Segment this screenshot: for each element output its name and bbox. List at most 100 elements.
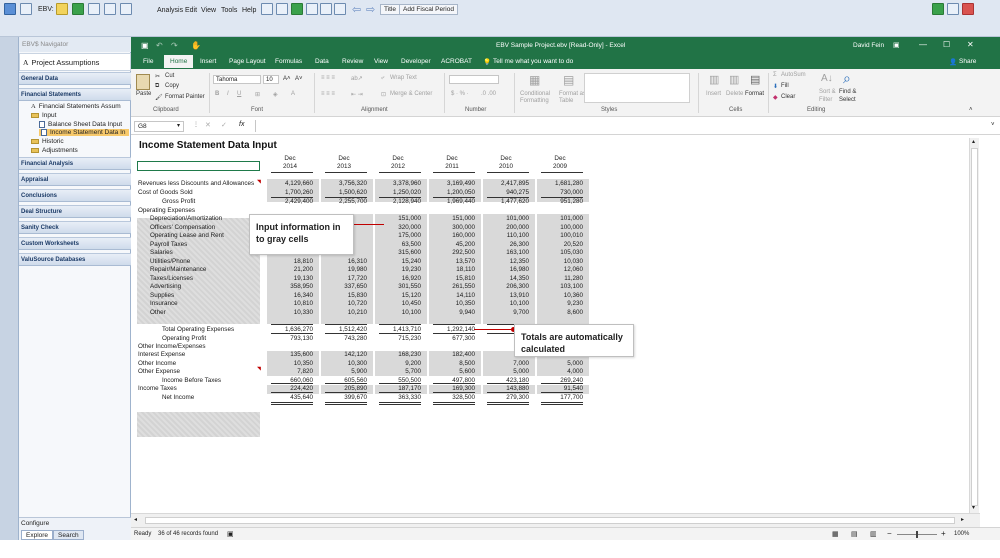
table-cell[interactable]: 151,000 (429, 215, 475, 223)
table-cell[interactable]: 5,000 (483, 368, 529, 376)
tab-developer[interactable]: Developer (401, 58, 431, 65)
table-cell[interactable]: 4,000 (537, 368, 583, 376)
selected-cell[interactable] (137, 161, 260, 171)
cell-styles-gallery[interactable] (584, 73, 690, 103)
home-icon[interactable] (56, 3, 68, 15)
shrink-font-icon[interactable]: A˅ (295, 76, 303, 82)
table-cell[interactable]: 940,275 (483, 189, 529, 197)
app-icon[interactable] (4, 3, 16, 15)
table-cell[interactable]: 63,500 (375, 241, 421, 249)
print-icon[interactable] (261, 3, 273, 15)
normal-view-icon[interactable]: ▦ (832, 530, 839, 538)
table-cell[interactable]: 135,600 (267, 351, 313, 359)
section-financial-analysis[interactable]: Financial Analysis (19, 157, 131, 170)
table-cell[interactable]: 1,700,260 (267, 189, 313, 197)
menu-tools[interactable]: Tools (221, 7, 237, 14)
table-cell[interactable]: 17,720 (321, 275, 367, 283)
table-cell[interactable]: 4,129,660 (267, 180, 313, 188)
table-cell[interactable]: 9,940 (429, 309, 475, 317)
merge-center-button[interactable]: Merge & Center (390, 91, 432, 97)
add-fiscal-period-button[interactable]: Add Fiscal Period (399, 4, 458, 15)
grid-icon[interactable] (72, 3, 84, 15)
wrap-text-button[interactable]: Wrap Text (390, 75, 417, 81)
menu-analysis[interactable]: Analysis (157, 7, 183, 14)
table-cell[interactable]: 142,120 (321, 351, 367, 359)
delete-button[interactable]: Delete (726, 91, 743, 97)
table-cell[interactable]: 10,100 (375, 309, 421, 317)
table-cell[interactable]: 292,500 (429, 249, 475, 257)
section-deal-structure[interactable]: Deal Structure (19, 205, 131, 218)
table-cell[interactable]: 358,950 (267, 283, 313, 291)
table-cell[interactable]: 743,280 (321, 335, 367, 343)
fill-button[interactable]: Fill (781, 83, 789, 89)
decimal-icon[interactable]: .0 .00 (481, 91, 496, 97)
table-cell[interactable]: 5,900 (321, 368, 367, 376)
table-cell[interactable]: 5,600 (429, 368, 475, 376)
table-cell[interactable]: 11,280 (537, 275, 583, 283)
ribbon-display-icon[interactable]: ▣ (893, 41, 900, 49)
section-financial-statements[interactable]: Financial Statements (19, 88, 131, 101)
table-cell[interactable]: 105,030 (537, 249, 583, 257)
tab-explore[interactable]: Explore (21, 530, 54, 540)
table-cell[interactable]: 45,200 (429, 241, 475, 249)
refresh-icon[interactable] (334, 3, 346, 15)
formatting-label[interactable]: Formatting (520, 98, 549, 104)
tab-acrobat[interactable]: ACROBAT (441, 58, 472, 65)
table-cell[interactable]: 10,100 (483, 300, 529, 308)
table-cell[interactable]: 177,700 (537, 394, 583, 402)
table-cell[interactable]: 363,330 (375, 394, 421, 402)
page-layout-view-icon[interactable]: ▤ (851, 530, 858, 538)
menu-edit[interactable]: Edit (185, 7, 197, 14)
table-cell[interactable]: 163,100 (483, 249, 529, 257)
table-cell[interactable]: 19,980 (321, 266, 367, 274)
number-format-select[interactable] (449, 75, 499, 84)
tab-file[interactable]: File (143, 58, 153, 65)
underline-icon[interactable]: U (237, 91, 241, 97)
table-cell[interactable]: 951,280 (537, 198, 583, 206)
table-cell[interactable]: 175,000 (375, 232, 421, 240)
table-cell[interactable]: 101,000 (483, 215, 529, 223)
align-left-icon[interactable]: ≡ ≡ ≡ (321, 91, 335, 97)
table-cell[interactable]: 101,000 (537, 215, 583, 223)
zoom-slider-thumb[interactable] (916, 531, 918, 538)
calculator-icon[interactable] (104, 3, 116, 15)
tree-historic[interactable]: Historic (31, 138, 64, 145)
back-arrow-icon[interactable]: ⇦ (352, 3, 361, 16)
document-icon[interactable] (88, 3, 100, 15)
menu-help[interactable]: Help (242, 7, 256, 14)
report-icon[interactable] (120, 3, 132, 15)
table-cell[interactable]: 19,130 (267, 275, 313, 283)
insert-button[interactable]: Insert (706, 91, 721, 97)
table-cell[interactable]: 3,378,960 (375, 180, 421, 188)
vertical-scroll-thumb[interactable] (971, 148, 978, 506)
macro-record-icon[interactable]: ▣ (227, 530, 234, 538)
enter-icon[interactable]: ✓ (221, 121, 227, 129)
table-cell[interactable]: 10,350 (429, 300, 475, 308)
table-cell[interactable]: 5,700 (375, 368, 421, 376)
table-cell[interactable]: 261,550 (429, 283, 475, 291)
table-cell[interactable]: 337,650 (321, 283, 367, 291)
page-break-view-icon[interactable]: ▥ (870, 530, 877, 538)
minimize-icon[interactable]: — (919, 40, 927, 49)
border-icon[interactable]: ⊞ (255, 91, 260, 98)
table-cell[interactable]: 3,169,490 (429, 180, 475, 188)
clear-button[interactable]: Clear (781, 94, 795, 100)
autosum-button[interactable]: AutoSum (781, 72, 806, 78)
tree-income-statement-input[interactable]: Income Statement Data In (39, 129, 129, 137)
table-icon[interactable] (320, 3, 332, 15)
table-cell[interactable]: 8,500 (429, 360, 475, 368)
menu-view[interactable]: View (201, 7, 216, 14)
name-box-dropdown-icon[interactable]: ▾ (177, 122, 180, 129)
table-cell[interactable]: 10,360 (537, 292, 583, 300)
sidebar-toggle-icon[interactable] (20, 3, 32, 15)
vertical-scrollbar[interactable]: ▴ ▾ (969, 138, 979, 513)
tab-formulas[interactable]: Formulas (275, 58, 302, 65)
table-cell[interactable]: 320,000 (375, 224, 421, 232)
table-cell[interactable]: 301,550 (375, 283, 421, 291)
table-cell[interactable]: 18,810 (267, 258, 313, 266)
table-cell[interactable]: 21,200 (267, 266, 313, 274)
table-cell[interactable]: 300,000 (429, 224, 475, 232)
tab-view[interactable]: View (374, 58, 388, 65)
table-cell[interactable]: 715,230 (375, 335, 421, 343)
table-cell[interactable]: 2,417,895 (483, 180, 529, 188)
